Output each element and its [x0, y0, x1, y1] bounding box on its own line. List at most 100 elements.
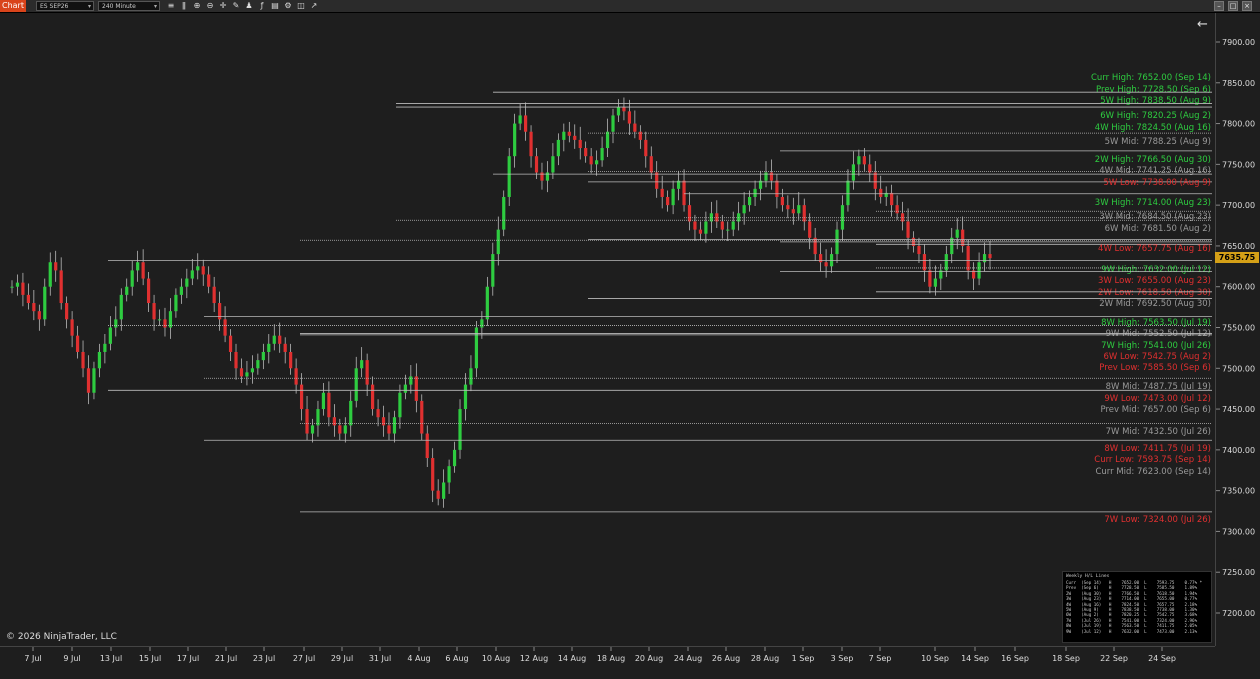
candle-body [747, 196, 752, 206]
price-tick-label: 7800.00 [1222, 120, 1255, 129]
copyright-text: © 2026 NinjaTrader, LLC [6, 632, 117, 642]
price-tick-label: 7700.00 [1222, 201, 1255, 210]
level-label: 3W Low: 7655.00 (Aug 23) [1098, 276, 1211, 286]
interval-value: 240 Minute [102, 3, 136, 10]
level-label: 4W High: 7824.50 (Aug 16) [1095, 123, 1211, 133]
price-tick-label: 7450.00 [1222, 405, 1255, 414]
candle-body [611, 115, 615, 132]
candle-body [196, 266, 200, 271]
data-series-icon[interactable]: ≡ [166, 1, 176, 11]
candle-body [108, 327, 112, 344]
candle-body [452, 449, 457, 467]
candle-body [81, 351, 85, 369]
indicators-icon[interactable]: ƒ [257, 1, 267, 11]
candle-body [529, 131, 533, 157]
candle-body [742, 205, 746, 214]
candle-body [671, 188, 675, 206]
candle-body [97, 351, 102, 369]
candle-body [409, 376, 413, 385]
candle-body [775, 180, 779, 197]
candle-body [360, 360, 364, 369]
candle-body [961, 229, 965, 246]
maximize-button[interactable]: □ [1228, 1, 1238, 11]
candle-body [655, 172, 659, 189]
properties-icon[interactable]: ⚙ [283, 1, 293, 11]
level-label: 5W Low: 7738.00 (Aug 9) [1103, 178, 1211, 188]
time-tick-label: 1 Sep [792, 654, 815, 663]
candle-body [365, 360, 369, 385]
candle-body [545, 172, 550, 181]
time-axis[interactable]: 7 Jul 9 Jul 13 Jul 15 Jul 17 Jul 21 Jul 23 Jul… [0, 646, 1215, 675]
candle-body [70, 319, 74, 336]
time-tick-label: 23 Jul [253, 654, 275, 663]
level-label: 9W High: 7632.00 (Jul 12) [1101, 265, 1211, 275]
candle-body [595, 160, 599, 165]
price-tick-label: 7200.00 [1222, 609, 1255, 618]
price-axis[interactable]: 7900.00 7850.00 7800.00 7750.00 7700.00 7650.… [1215, 13, 1260, 646]
minimize-button[interactable]: – [1214, 1, 1224, 11]
candle-body [163, 319, 167, 328]
close-button[interactable]: × [1242, 1, 1252, 11]
back-arrow-icon[interactable]: ← [1197, 17, 1208, 32]
chart-tab[interactable]: Chart [0, 0, 26, 12]
time-tick-label: 21 Jul [215, 654, 237, 663]
price-tick-label: 7850.00 [1222, 79, 1255, 88]
candle-body [392, 417, 397, 434]
templates-icon[interactable]: ▤ [270, 1, 280, 11]
candle-body [797, 205, 801, 214]
candle-body [190, 270, 194, 279]
chart-plot-area[interactable]: Curr High: 7652.00 (Sep 14) Prev High: 77… [0, 13, 1215, 646]
zoom-out-icon[interactable]: ⊖ [205, 1, 215, 11]
candle-body [234, 351, 238, 369]
candle-body [862, 156, 866, 165]
level-label: 6W Low: 7542.75 (Aug 2) [1103, 352, 1211, 362]
price-tick-label: 7600.00 [1222, 283, 1255, 292]
hl-table-row: 9W (Jul 12) H 7632.00 L 7473.00 2.13% [1066, 628, 1198, 634]
candle-body [523, 115, 528, 132]
candle-body [906, 221, 910, 238]
candle-body [846, 180, 850, 206]
zoom-in-icon[interactable]: ⊕ [192, 1, 202, 11]
share-icon[interactable]: ↗ [309, 1, 319, 11]
time-tick-label: 24 Sep [1148, 654, 1176, 663]
snapshot-icon[interactable]: ◫ [296, 1, 306, 11]
level-label: 7W High: 7541.00 (Jul 26) [1101, 341, 1211, 351]
candle-body [447, 466, 451, 483]
candle-body [371, 384, 375, 410]
candle-body [463, 384, 468, 410]
candle-body [567, 131, 571, 136]
candle-body [442, 482, 446, 499]
candle-body [283, 343, 287, 352]
hl-table-rows: Curr (Sep 14) H 7652.00 L 7593.75 0.77% … [1066, 580, 1208, 634]
price-tick-label: 7750.00 [1222, 160, 1255, 169]
candle-body [212, 286, 216, 304]
candle-body [491, 254, 495, 287]
strategies-icon[interactable]: ♟ [244, 1, 254, 11]
candle-body [349, 400, 353, 426]
interval-selector[interactable]: 240 Minute ▾ [98, 1, 160, 11]
bar-type-icon[interactable]: ǁ [179, 1, 189, 11]
level-label: 2W High: 7766.50 (Aug 30) [1095, 155, 1211, 165]
candle-body [37, 311, 41, 320]
candle-body [791, 209, 795, 214]
time-tick-label: 16 Sep [1001, 654, 1029, 663]
candle-body [682, 180, 686, 206]
hl-table-row: 3W (Aug 23) H 7714.00 L 7655.00 0.77% [1066, 596, 1198, 602]
candle-body [469, 368, 473, 385]
candle-body [185, 278, 189, 287]
candle-body [573, 135, 577, 140]
candle-body [403, 384, 407, 393]
instrument-selector[interactable]: ES SEP26 ▾ [36, 1, 94, 11]
time-tick-label: 15 Jul [139, 654, 161, 663]
candle-body [381, 417, 386, 426]
crosshair-icon[interactable]: ✛ [218, 1, 228, 11]
candle-body [589, 156, 593, 165]
candle-body [152, 303, 156, 320]
candle-body [141, 262, 145, 279]
price-axis-labels: 7900.00 7850.00 7800.00 7750.00 7700.00 7650.… [1216, 38, 1255, 618]
drawing-tools-icon[interactable]: ✎ [231, 1, 241, 11]
candle-body [966, 245, 970, 271]
candle-body [59, 270, 63, 304]
time-tick-label: 12 Aug [520, 654, 548, 663]
close-icon: × [1244, 2, 1250, 10]
